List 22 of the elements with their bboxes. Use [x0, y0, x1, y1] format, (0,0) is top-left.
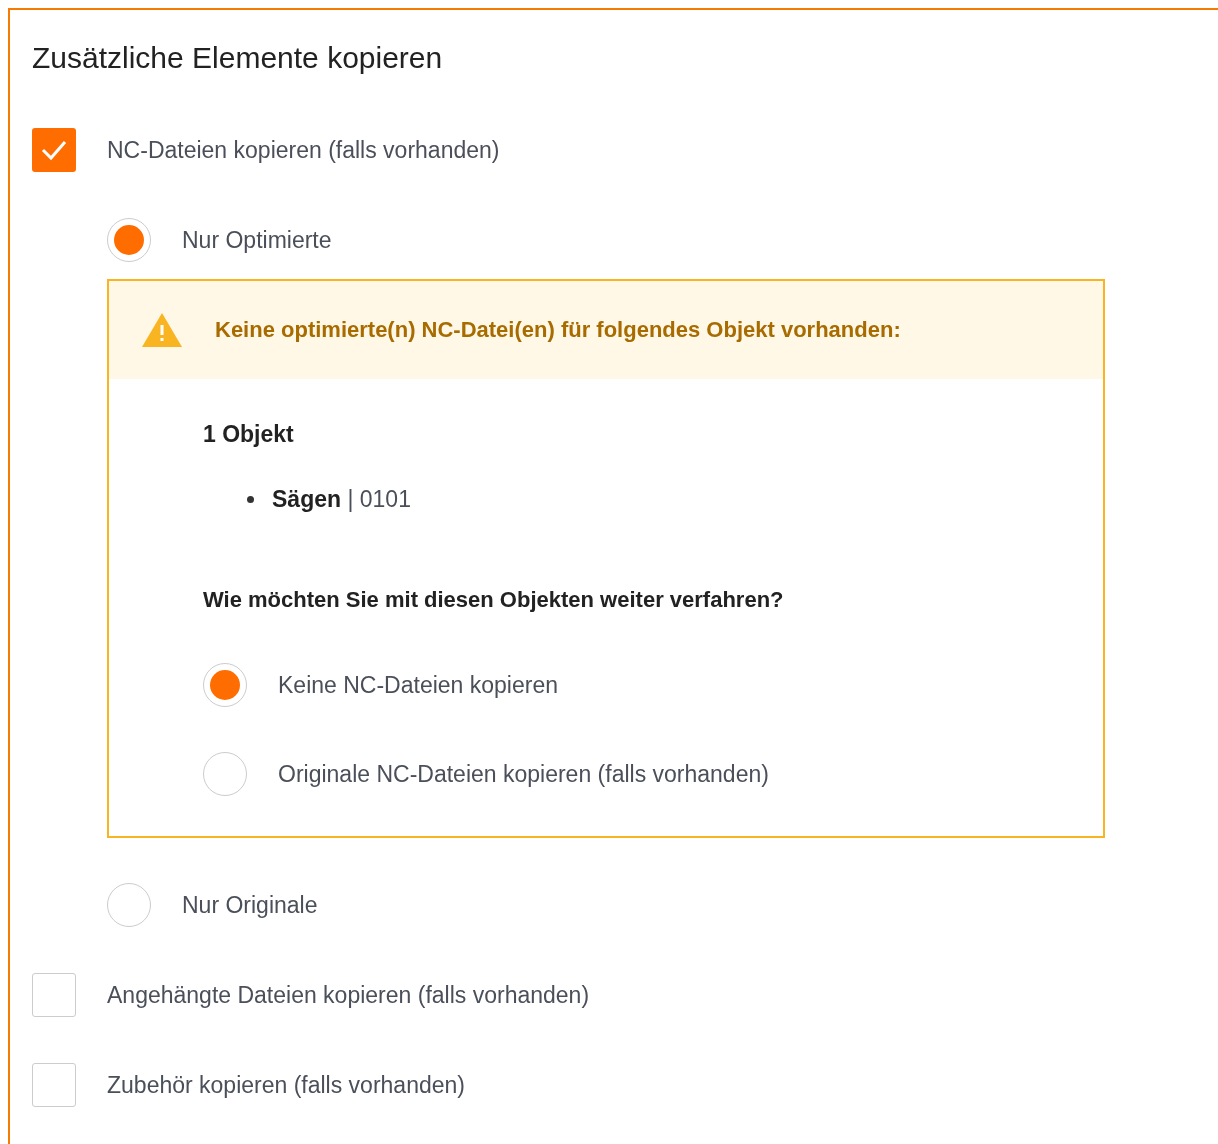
radio-button[interactable]	[107, 218, 151, 262]
radio-label: Nur Originale	[182, 891, 318, 919]
checkmark-icon	[40, 139, 68, 161]
warning-icon	[141, 312, 183, 348]
radio-button[interactable]	[203, 663, 247, 707]
radio-button[interactable]	[107, 883, 151, 927]
question-text: Wie möchten Sie mit diesen Objekten weiter verfahren?	[203, 587, 784, 613]
bullet-icon	[247, 496, 254, 503]
checkbox-label: NC-Dateien kopieren (falls vorhanden)	[107, 136, 500, 164]
radio-label: Keine NC-Dateien kopieren	[278, 671, 558, 699]
radio-label: Originale NC-Dateien kopieren (falls vorhanden)	[278, 760, 769, 788]
radio-label: Nur Optimierte	[182, 226, 332, 254]
object-item: Sägen | 0101	[272, 486, 411, 513]
radio-button[interactable]	[203, 752, 247, 796]
checkbox[interactable]	[32, 128, 76, 172]
checkbox-label: Zubehör kopieren (falls vorhanden)	[107, 1071, 465, 1099]
checkbox[interactable]	[32, 973, 76, 1017]
object-count: 1 Objekt	[203, 421, 294, 448]
section-title: Zusätzliche Elemente kopieren	[32, 40, 444, 76]
checkbox-label: Angehängte Dateien kopieren (falls vorhanden)	[107, 981, 590, 1009]
warning-message: Keine optimierte(n) NC-Datei(en) für folgendes Objekt vorhanden:	[215, 317, 901, 343]
checkbox[interactable]	[32, 1063, 76, 1107]
